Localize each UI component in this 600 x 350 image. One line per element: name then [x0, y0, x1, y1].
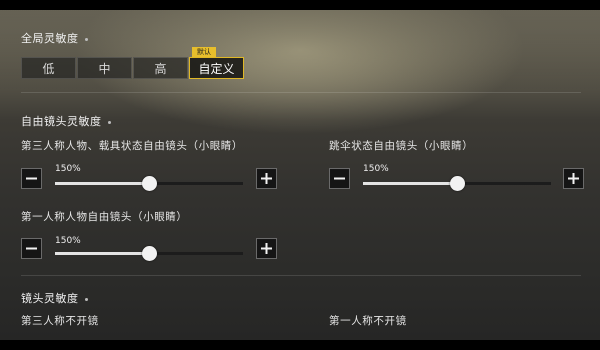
divider — [21, 275, 581, 276]
default-tag: 默认 — [192, 47, 216, 57]
decrease-button[interactable] — [21, 238, 42, 259]
section-title-camera: 镜头灵敏度 — [21, 290, 88, 306]
plus-icon — [568, 173, 579, 184]
setting-label-tpp-no-scope: 第三人称不开镜 — [21, 315, 99, 327]
section-title-global: 全局灵敏度 — [21, 30, 88, 46]
slider-label-tpp-vehicle: 第三人称人物、载具状态自由镜头（小眼睛） — [21, 140, 243, 152]
section-title-global-text: 全局灵敏度 — [21, 32, 79, 45]
slider-fill — [363, 182, 457, 185]
minus-icon — [26, 177, 37, 180]
section-dot-icon — [84, 297, 88, 301]
section-title-free-camera: 自由镜头灵敏度 — [21, 113, 111, 129]
section-dot-icon — [84, 37, 88, 41]
increase-button[interactable] — [563, 168, 584, 189]
increase-button[interactable] — [256, 168, 277, 189]
decrease-button[interactable] — [21, 168, 42, 189]
divider — [21, 92, 581, 93]
mode-medium-button[interactable]: 中 — [77, 57, 132, 79]
mode-high-button[interactable]: 高 — [133, 57, 188, 79]
section-title-camera-text: 镜头灵敏度 — [21, 292, 79, 305]
section-title-free-camera-text: 自由镜头灵敏度 — [21, 115, 102, 128]
slider-fill — [55, 252, 149, 255]
mode-low-button[interactable]: 低 — [21, 57, 76, 79]
sensitivity-slider-parachute[interactable] — [363, 175, 551, 191]
slider-label-fpp: 第一人称人物自由镜头（小眼睛） — [21, 211, 188, 223]
slider-value: 150% — [363, 164, 389, 174]
minus-icon — [334, 177, 345, 180]
sensitivity-slider-fpp[interactable] — [55, 245, 243, 261]
increase-button[interactable] — [256, 238, 277, 259]
plus-icon — [261, 173, 272, 184]
slider-label-parachute: 跳伞状态自由镜头（小眼睛） — [329, 140, 474, 152]
sensitivity-mode-group: 低 中 高 自定义 — [21, 57, 245, 81]
slider-thumb[interactable] — [142, 246, 157, 261]
sensitivity-slider-tpp-vehicle[interactable] — [55, 175, 243, 191]
slider-thumb[interactable] — [450, 176, 465, 191]
minus-icon — [26, 247, 37, 250]
decrease-button[interactable] — [329, 168, 350, 189]
section-dot-icon — [107, 120, 111, 124]
plus-icon — [261, 243, 272, 254]
settings-screen: 全局灵敏度 默认 低 中 高 自定义 自由镜头灵敏度 第三人称人物、载具状态自由… — [0, 10, 600, 340]
setting-label-fpp-no-scope: 第一人称不开镜 — [329, 315, 407, 327]
slider-fill — [55, 182, 149, 185]
slider-value: 150% — [55, 164, 81, 174]
slider-thumb[interactable] — [142, 176, 157, 191]
mode-custom-button[interactable]: 自定义 — [189, 57, 244, 79]
